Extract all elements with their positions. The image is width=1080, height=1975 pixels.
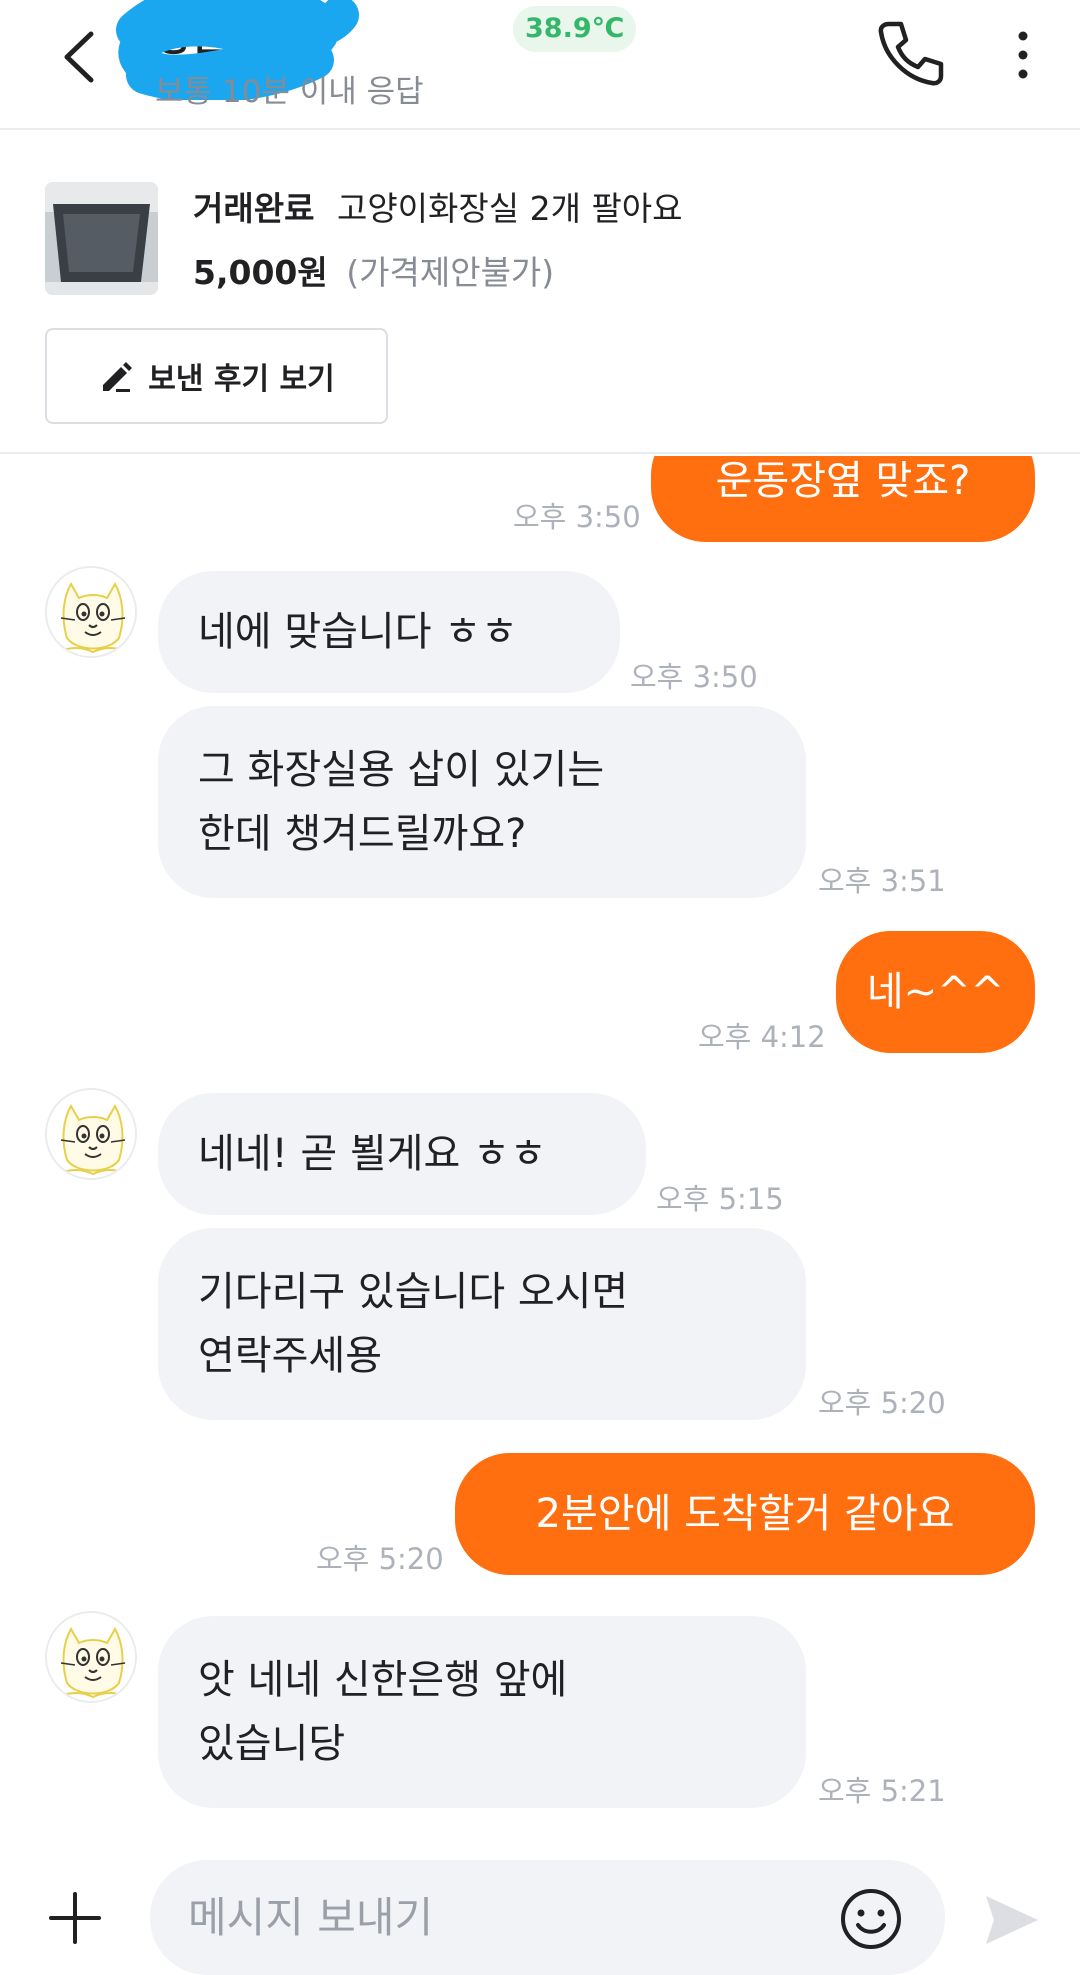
plus-icon xyxy=(49,1892,101,1944)
cat-avatar-icon xyxy=(47,1090,135,1178)
message-text: 네~^^ xyxy=(866,969,1005,1015)
message-timestamp: 오후 3:51 xyxy=(818,864,946,898)
avatar[interactable] xyxy=(45,566,137,658)
product-title: 고양이화장실 2개 팔아요 xyxy=(336,189,683,228)
product-price-row: 5,000원 (가격제안불가) xyxy=(193,246,554,294)
message-text: 앗 네네 신한은행 앞에 xyxy=(198,1657,568,1703)
message-timestamp: 오후 5:20 xyxy=(316,1542,444,1576)
message-timestamp: 오후 5:20 xyxy=(818,1386,946,1420)
message-timestamp: 오후 3:50 xyxy=(630,660,758,694)
message-text: 연락주세용 xyxy=(198,1333,382,1379)
cat-avatar-icon xyxy=(47,568,135,656)
back-button[interactable] xyxy=(55,20,105,90)
view-sent-review-button[interactable]: 보낸 후기 보기 xyxy=(45,328,388,424)
message-input[interactable] xyxy=(150,1860,945,1975)
message-text: 한데 챙겨드릴까요? xyxy=(198,811,527,857)
avatar[interactable] xyxy=(45,1611,137,1703)
product-price: 5,000원 xyxy=(193,253,328,292)
product-thumbnail[interactable] xyxy=(45,182,158,295)
message-timestamp: 오후 4:12 xyxy=(698,1020,826,1054)
received-message-bubble[interactable]: 기다리구 있습니다 오시면연락주세용 xyxy=(158,1228,806,1420)
phone-icon xyxy=(878,21,944,86)
received-message-bubble[interactable]: 앗 네네 신한은행 앞에있습니당 xyxy=(158,1616,806,1808)
avatar[interactable] xyxy=(45,1088,137,1180)
price-note: (가격제안불가) xyxy=(346,253,555,292)
received-message-bubble[interactable]: 그 화장실용 삽이 있기는한데 챙겨드릴까요? xyxy=(158,706,806,898)
received-message-bubble[interactable]: 네에 맞습니다 ㅎㅎ xyxy=(158,571,620,693)
deal-status: 거래완료 xyxy=(193,189,315,228)
chat-header: 당근이 38.9℃ 보통 10분 이내 응답 xyxy=(0,0,1080,130)
message-text: 기다리구 있습니다 오시면 xyxy=(198,1269,629,1315)
more-options-button[interactable] xyxy=(1005,22,1041,88)
sent-message-bubble[interactable]: 운동장옆 맞죠? xyxy=(651,456,1035,542)
litter-box-image xyxy=(45,182,158,295)
product-title-row: 거래완료 고양이화장실 2개 팔아요 xyxy=(193,182,683,230)
manner-temperature-badge: 38.9℃ xyxy=(513,6,637,52)
send-button[interactable] xyxy=(982,1892,1040,1948)
message-timestamp: 오후 5:15 xyxy=(656,1182,784,1216)
attach-button[interactable] xyxy=(45,1888,105,1948)
sent-message-bubble[interactable]: 네~^^ xyxy=(836,931,1035,1053)
message-composer xyxy=(0,1848,1080,1975)
message-timestamp: 오후 5:21 xyxy=(818,1774,946,1808)
message-text: 2분안에 도착할거 같아요 xyxy=(535,1491,955,1537)
message-text: 네에 맞습니다 ㅎㅎ xyxy=(198,609,518,655)
received-message-bubble[interactable]: 네네! 곧 뵐게요 ㅎㅎ xyxy=(158,1093,646,1215)
message-text: 그 화장실용 삽이 있기는 xyxy=(198,747,605,793)
message-text: 네네! 곧 뵐게요 ㅎㅎ xyxy=(198,1131,547,1177)
product-summary[interactable]: 거래완료 고양이화장실 2개 팔아요 5,000원 (가격제안불가) 보낸 후기… xyxy=(0,132,1080,454)
sent-message-bubble[interactable]: 2분안에 도착할거 같아요 xyxy=(455,1453,1035,1575)
more-vertical-icon xyxy=(1018,31,1028,79)
send-icon xyxy=(986,1896,1038,1944)
message-text: 운동장옆 맞죠? xyxy=(715,458,971,504)
message-list[interactable]: 운동장옆 맞죠? 오후 3:50 네에 맞습니다 ㅎㅎ 오후 3:50 그 화장실용 … xyxy=(0,456,1080,1846)
pencil-icon xyxy=(103,362,133,392)
chevron-left-icon xyxy=(64,31,94,83)
message-timestamp: 오후 3:50 xyxy=(513,500,641,534)
review-button-label: 보낸 후기 보기 xyxy=(148,362,335,397)
message-text: 있습니당 xyxy=(198,1721,346,1767)
response-time-info: 보통 10분 이내 응답 xyxy=(155,74,424,110)
cat-avatar-icon xyxy=(47,1613,135,1701)
call-button[interactable] xyxy=(875,18,945,88)
smiley-icon xyxy=(841,1889,901,1949)
emoji-button[interactable] xyxy=(838,1886,904,1952)
